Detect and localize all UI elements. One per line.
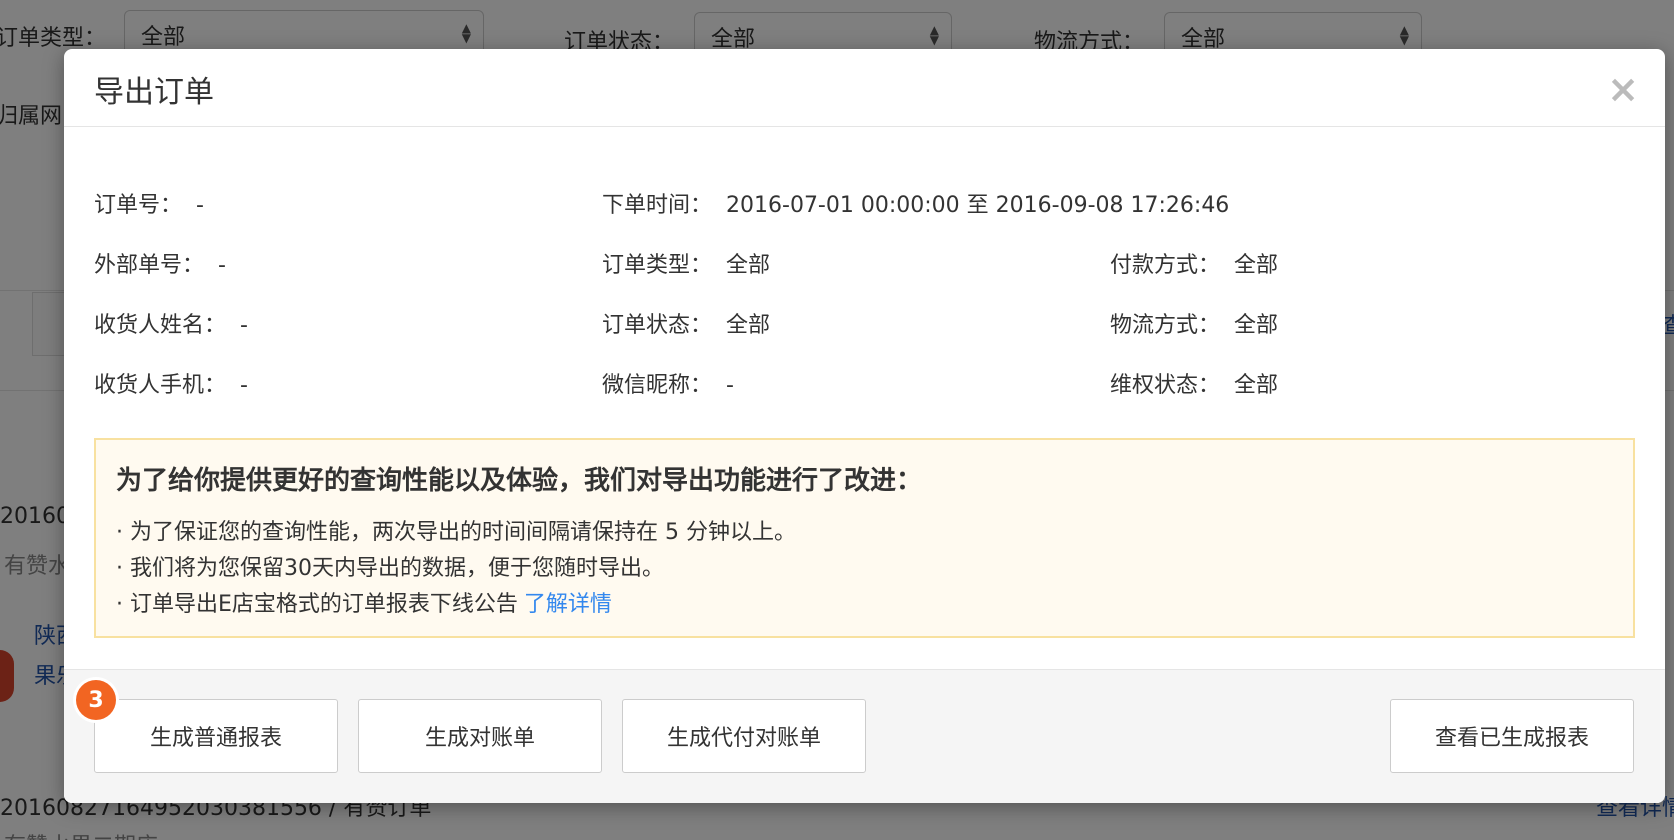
field-rights-status: 维权状态： 全部 <box>1110 367 1278 399</box>
field-label: 订单号： <box>94 193 183 218</box>
notice-item: · 为了保证您的查询性能，两次导出的时间间隔请保持在 5 分钟以上。 <box>116 520 796 545</box>
dialog-title: 导出订单 <box>94 75 214 110</box>
export-order-dialog: 导出订单 × 订单号： - 下单时间： 2016-07-01 00:00:00 至 … <box>64 49 1665 803</box>
field-order-no: 订单号： - <box>94 187 204 219</box>
learn-more-link[interactable]: 了解详情 <box>524 592 612 617</box>
field-label: 微信昵称： <box>602 373 713 398</box>
field-order-status: 订单状态： 全部 <box>602 307 770 339</box>
field-label: 维权状态： <box>1110 373 1221 398</box>
field-order-time: 下单时间： 2016-07-01 00:00:00 至 2016-09-08 17… <box>602 187 1229 219</box>
field-external-no: 外部单号： - <box>94 247 226 279</box>
generate-proxy-reconciliation-button[interactable]: 生成代付对账单 <box>622 699 866 773</box>
field-value: 全部 <box>726 313 771 338</box>
step-badge: 3 <box>76 680 116 720</box>
dialog-footer: 生成普通报表 生成对账单 生成代付对账单 查看已生成报表 <box>64 669 1665 803</box>
generate-normal-report-button[interactable]: 生成普通报表 <box>94 699 338 773</box>
field-order-type: 订单类型： 全部 <box>602 247 770 279</box>
notice-title: 为了给你提供更好的查询性能以及体验，我们对导出功能进行了改进： <box>116 466 923 496</box>
generate-reconciliation-button[interactable]: 生成对账单 <box>358 699 602 773</box>
field-value: 全部 <box>726 253 771 278</box>
field-value: 全部 <box>1234 253 1279 278</box>
field-receiver-name: 收货人姓名： - <box>94 307 248 339</box>
export-notice-box: 为了给你提供更好的查询性能以及体验，我们对导出功能进行了改进： · 为了保证您的… <box>94 438 1635 638</box>
field-wechat-nickname: 微信昵称： - <box>602 367 734 399</box>
notice-item: · 我们将为您保留30天内导出的数据，便于您随时导出。 <box>116 556 664 581</box>
field-label: 付款方式： <box>1110 253 1221 278</box>
field-payment-method: 付款方式： 全部 <box>1110 247 1278 279</box>
field-label: 收货人姓名： <box>94 313 227 338</box>
field-value: 全部 <box>1234 373 1279 398</box>
dialog-header: 导出订单 × <box>64 49 1665 127</box>
view-generated-reports-button[interactable]: 查看已生成报表 <box>1390 699 1634 773</box>
field-label: 订单类型： <box>602 253 713 278</box>
field-label: 物流方式： <box>1110 313 1221 338</box>
field-value: - <box>240 373 248 398</box>
field-value: 2016-07-01 00:00:00 至 2016-09-08 17:26:4… <box>726 193 1230 218</box>
field-label: 外部单号： <box>94 253 205 278</box>
field-label: 下单时间： <box>602 193 713 218</box>
field-label: 订单状态： <box>602 313 713 338</box>
field-shipping-method: 物流方式： 全部 <box>1110 307 1278 339</box>
notice-item-with-link: · 订单导出E店宝格式的订单报表下线公告 了解详情 <box>116 586 612 618</box>
field-value: - <box>240 313 248 338</box>
field-label: 收货人手机： <box>94 373 227 398</box>
notice-item-text: · 订单导出E店宝格式的订单报表下线公告 <box>116 592 518 617</box>
field-value: - <box>218 253 226 278</box>
field-value: - <box>196 193 204 218</box>
field-value: - <box>726 373 734 398</box>
field-receiver-phone: 收货人手机： - <box>94 367 248 399</box>
field-value: 全部 <box>1234 313 1279 338</box>
close-icon[interactable]: × <box>1605 70 1641 108</box>
